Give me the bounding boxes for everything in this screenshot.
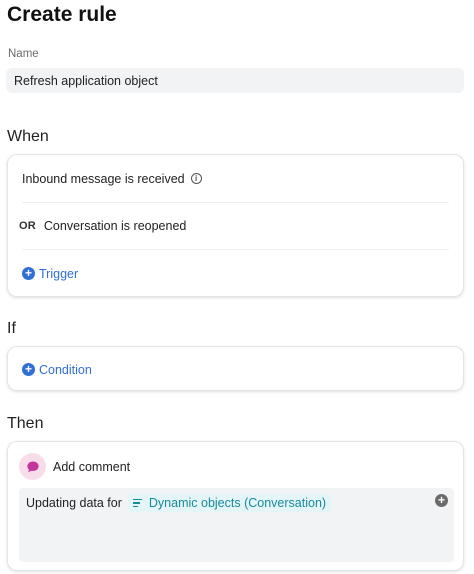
add-condition-label: Condition	[39, 362, 92, 377]
plus-circle-icon: +	[22, 363, 35, 376]
or-tag: OR	[19, 220, 36, 232]
then-card: Add comment Updating data for Dynamic ob…	[7, 441, 464, 571]
action-header: Add comment	[19, 453, 130, 480]
insert-variable-button[interactable]: +	[435, 494, 448, 507]
trigger-label: Inbound message is received	[22, 171, 185, 186]
dynamic-object-chip[interactable]: Dynamic objects (Conversation)	[127, 494, 332, 512]
add-trigger-label: Trigger	[39, 266, 79, 281]
comment-text: Updating data for	[26, 496, 122, 510]
page-title: Create rule	[7, 3, 117, 26]
section-title-then: Then	[7, 415, 44, 432]
comment-icon	[19, 453, 46, 480]
info-icon[interactable]: i	[190, 173, 202, 184]
list-icon	[132, 499, 142, 507]
add-condition-row: + Condition	[22, 347, 92, 392]
editor-content: Updating data for Dynamic objects (Conve…	[26, 494, 332, 512]
comment-editor[interactable]: Updating data for Dynamic objects (Conve…	[19, 488, 454, 562]
if-card: + Condition	[7, 346, 464, 391]
add-trigger-row: + Trigger	[22, 249, 449, 297]
chip-label: Dynamic objects (Conversation)	[148, 496, 327, 510]
action-label: Add comment	[53, 459, 131, 474]
plus-circle-icon: +	[22, 267, 35, 280]
trigger-row[interactable]: Inbound message is received i	[22, 155, 449, 202]
trigger-label: Conversation is reopened	[43, 219, 187, 233]
name-field-label: Name	[8, 48, 39, 60]
section-title-if: If	[7, 320, 16, 337]
name-input[interactable]	[6, 68, 464, 93]
add-trigger-button[interactable]: + Trigger	[22, 267, 78, 281]
section-title-when: When	[7, 128, 49, 145]
when-card: Inbound message is received i OR Convers…	[7, 154, 464, 297]
add-condition-button[interactable]: + Condition	[22, 363, 92, 377]
trigger-row[interactable]: OR Conversation is reopened	[19, 202, 449, 249]
